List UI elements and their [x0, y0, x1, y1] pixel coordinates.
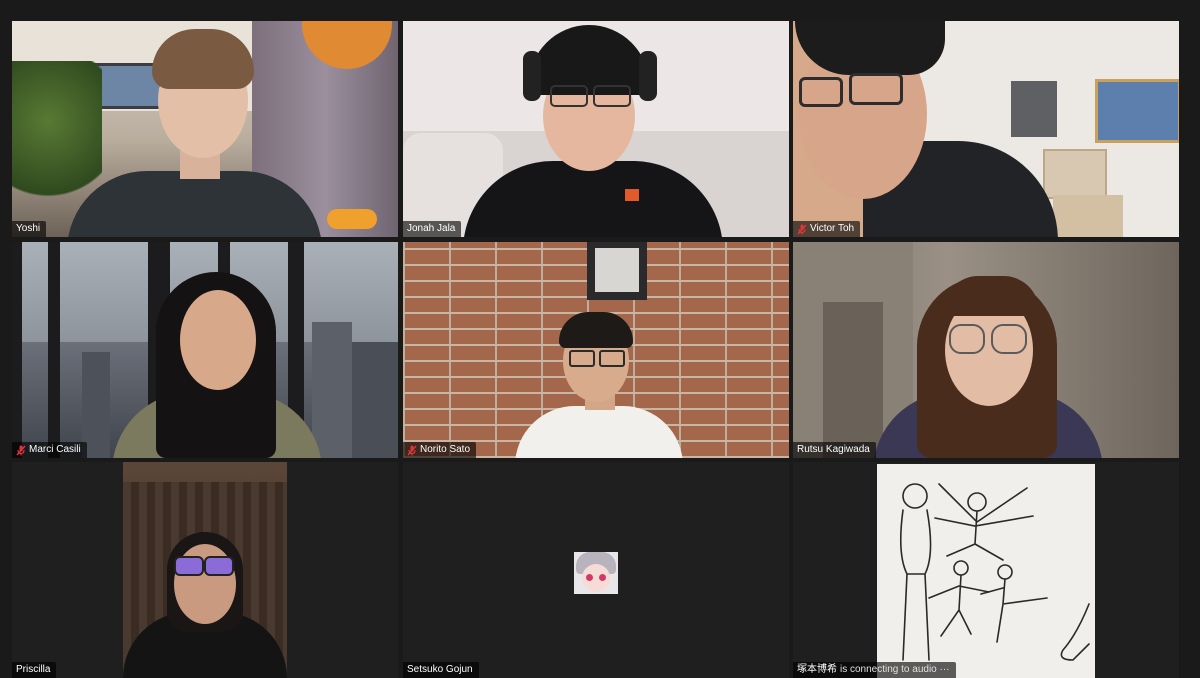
- participant-tile-jonah-jala[interactable]: Jonah Jala: [403, 21, 789, 237]
- participant-name: Yoshi: [16, 223, 41, 234]
- participant-name: Marci Casili: [29, 444, 81, 455]
- video-gallery: Yoshi Jonah Jala Victor Toh Marci Casili…: [0, 0, 1200, 678]
- participant-name: Victor Toh: [810, 223, 855, 234]
- participant-video: [403, 21, 789, 237]
- participant-name-tag: Priscilla: [12, 662, 57, 678]
- participant-name-tag: Marci Casili: [12, 442, 87, 458]
- participant-name: Jonah Jala: [407, 223, 456, 234]
- participant-tile-setsuko-gojun[interactable]: Setsuko Gojun: [403, 462, 789, 678]
- participant-name-tag: 塚本博希 is connecting to audio ···: [793, 662, 956, 678]
- sketch-drawing: [877, 464, 1095, 678]
- participant-tile-rutsu-kagiwada[interactable]: Rutsu Kagiwada: [793, 242, 1179, 458]
- mic-muted-icon: [407, 445, 417, 456]
- participant-name-tag: Jonah Jala: [403, 221, 462, 237]
- participant-video: [12, 242, 398, 458]
- participant-tile-norito-sato[interactable]: Norito Sato: [403, 242, 789, 458]
- participant-video: [793, 21, 1179, 237]
- participant-name-tag: Norito Sato: [403, 442, 477, 458]
- participant-tile-marci-casili[interactable]: Marci Casili: [12, 242, 398, 458]
- participant-tile-yoshi[interactable]: Yoshi: [12, 21, 398, 237]
- participant-video: [12, 21, 398, 237]
- participant-tile-connecting[interactable]: 塚本博希 is connecting to audio ···: [793, 462, 1179, 678]
- participant-name-tag: Victor Toh: [793, 221, 861, 237]
- participant-video-off: [403, 462, 789, 678]
- participant-name-tag: Rutsu Kagiwada: [793, 442, 876, 458]
- participant-name-tag: Yoshi: [12, 221, 47, 237]
- participant-video: [793, 242, 1179, 458]
- profile-avatar: [574, 552, 618, 594]
- mic-muted-icon: [797, 224, 807, 235]
- participant-name-tag: Setsuko Gojun: [403, 662, 479, 678]
- participant-name: Norito Sato: [420, 444, 471, 455]
- participant-tile-victor-toh[interactable]: Victor Toh: [793, 21, 1179, 237]
- participant-video: [12, 462, 398, 678]
- participant-video: [403, 242, 789, 458]
- mic-muted-icon: [16, 445, 26, 456]
- participant-tile-priscilla[interactable]: Priscilla: [12, 462, 398, 678]
- participant-name: Rutsu Kagiwada: [797, 444, 870, 455]
- participant-video: [793, 462, 1179, 678]
